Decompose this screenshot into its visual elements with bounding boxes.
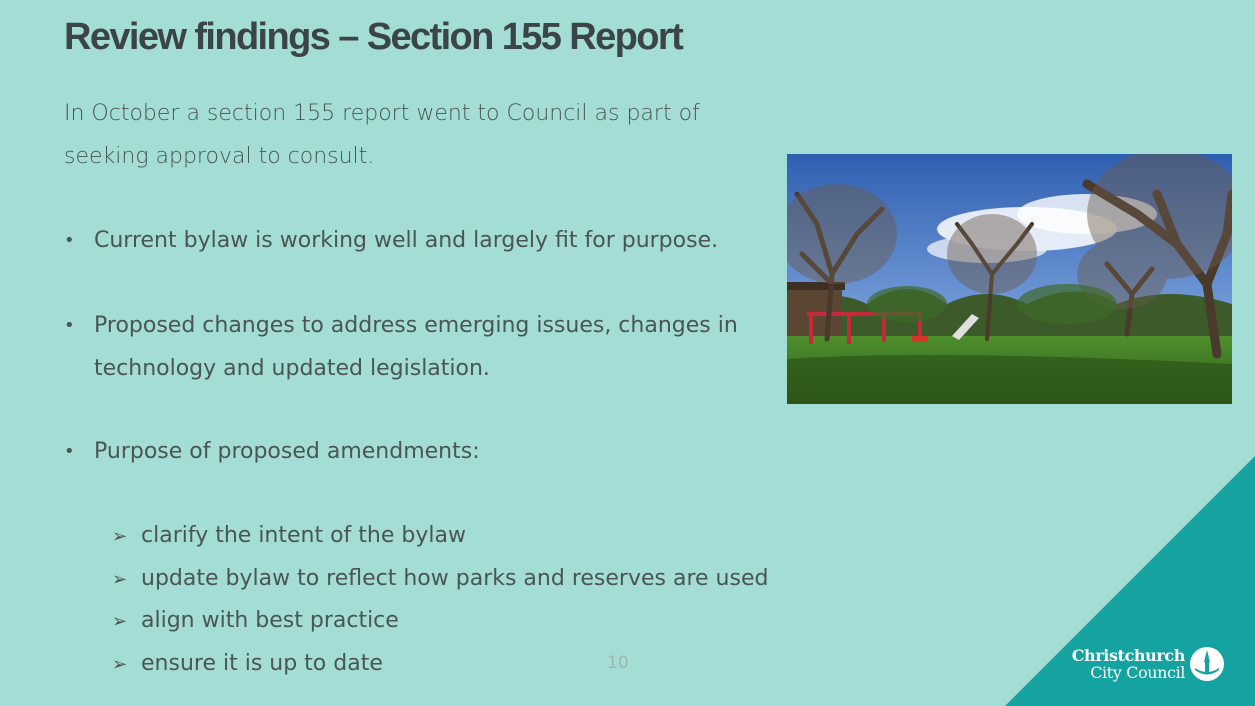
slide-title: Review findings – Section 155 Report — [64, 16, 684, 58]
park-photo — [787, 154, 1232, 404]
cathedral-emblem-icon — [1190, 647, 1224, 681]
sub-bullet-item: ➢ ensure it is up to date — [112, 643, 768, 686]
sub-bullet-text: update bylaw to reflect how parks and re… — [141, 565, 769, 591]
sub-bullet-item: ➢ clarify the intent of the bylaw — [112, 515, 768, 558]
council-logo: Christchurch City Council — [1072, 645, 1233, 685]
bullet-item: • Proposed changes to address emerging i… — [64, 304, 794, 390]
logo-line-1: Christchurch — [1071, 646, 1186, 665]
arrow-bullet-icon: ➢ — [112, 611, 128, 632]
bullet-dot-icon: • — [64, 230, 75, 251]
arrow-bullet-icon: ➢ — [112, 568, 128, 590]
logo-line-2: City Council — [1090, 663, 1185, 682]
bullet-text: Proposed changes to address emerging iss… — [94, 313, 738, 381]
bullet-dot-icon: • — [64, 315, 75, 336]
sub-bullet-text: align with best practice — [141, 608, 399, 633]
sub-bullet-text: ensure it is up to date — [141, 650, 383, 676]
arrow-bullet-icon: ➢ — [112, 653, 128, 675]
sub-bullet-list: ➢ clarify the intent of the bylaw ➢ upda… — [112, 515, 768, 685]
sub-bullet-item: ➢ align with best practice — [112, 600, 768, 643]
bullet-text: Purpose of proposed amendments: — [94, 439, 480, 464]
bullet-item: • Purpose of proposed amendments: — [64, 430, 794, 473]
intro-paragraph: In October a section 155 report went to … — [64, 101, 700, 169]
logo-text: Christchurch City Council — [1071, 646, 1186, 682]
bullet-dot-icon: • — [64, 441, 75, 462]
sub-bullet-text: clarify the intent of the bylaw — [141, 523, 466, 548]
bullet-text: Current bylaw is working well and largel… — [94, 228, 719, 253]
bullet-item: • Current bylaw is working well and larg… — [64, 219, 794, 262]
slide: Review findings – Section 155 Report In … — [0, 0, 1255, 706]
sub-bullet-item: ➢ update bylaw to reflect how parks and … — [112, 558, 768, 601]
arrow-bullet-icon: ➢ — [112, 526, 128, 547]
page-number: 10 — [607, 653, 629, 673]
